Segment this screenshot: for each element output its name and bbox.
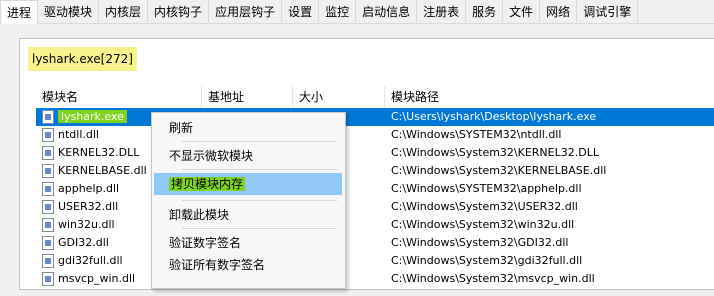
context-menu: 刷新不显示微软模块 拷贝模块内存 卸载此模块验证数字签名 验证所有数字签名 [151,112,346,289]
context-menu-item-1[interactable]: 不显示微软模块 [154,145,342,167]
tab-6[interactable]: 监控 [319,0,357,22]
context-menu-item-0[interactable]: 刷新 [154,117,342,139]
tab-11[interactable]: 网络 [540,0,578,22]
module-path: C:\Windows\System32\win32u.dll [391,218,575,231]
dll-file-icon [42,254,54,268]
context-menu-item-5[interactable]: 验证所有数字签名 [154,254,342,276]
column-header-0[interactable]: 模块名 [36,86,202,108]
tab-5[interactable]: 设置 [282,0,320,22]
module-path: C:\Windows\System32\USER32.dll [391,200,578,213]
module-path: C:\Windows\System32\KERNEL32.DLL [391,146,599,159]
module-path: C:\Windows\System32\GDI32.dll [391,236,569,249]
context-menu-item-3[interactable]: 卸载此模块 [154,204,342,226]
tab-12[interactable]: 调试引擎 [577,0,639,22]
module-name: ntdll.dll [58,128,99,141]
tab-bar: 进程 驱动模块 内核层 内核钩子 应用层钩子 设置 监控 启动信息 注册表 服务 文件 网络 调试引擎 [0,0,714,24]
table-row[interactable]: GDI32.dllC:\Windows\System32\GDI32.dllM [36,234,714,252]
application-icon [42,110,54,124]
process-title: lyshark.exe[272] [28,47,137,71]
module-name: USER32.dll [58,200,119,213]
tab-4[interactable]: 应用层钩子 [209,0,283,22]
tab-7[interactable]: 启动信息 [356,0,418,22]
tab-8[interactable]: 注册表 [417,0,467,22]
dll-file-icon [42,200,54,214]
module-name: lyshark.exe [58,108,127,126]
dll-file-icon [42,182,54,196]
module-name: gdi32full.dll [58,254,123,267]
module-name: apphelp.dll [58,182,120,195]
context-menu-item-4[interactable]: 验证数字签名 [154,232,342,254]
dll-file-icon [42,164,54,178]
table-row[interactable]: gdi32full.dll C:\Windows\System32\gdi32fu… [36,252,714,270]
module-table: 模块名基地址大小模块路径厂 lyshark.exe C:\Users\lyshar… [36,86,714,296]
menu-separator [182,141,337,142]
module-name: KERNELBASE.dll [58,164,147,177]
context-menu-item-2[interactable]: 拷贝模块内存 [154,173,342,195]
tab-3[interactable]: 内核钩子 [148,0,210,22]
module-name: KERNEL32.DLL [58,146,140,159]
tab-9[interactable]: 服务 [466,0,504,22]
module-path: C:\Windows\System32\KERNELBASE.dll [391,164,607,177]
module-path: C:\Windows\SYSTEM32\ntdll.dll [391,128,562,141]
module-path: C:\Windows\System32\gdi32full.dll [391,254,583,267]
table-row[interactable]: KERNEL32.DLL C:\Windows\System32\KERNEL32… [36,144,714,162]
dll-file-icon [42,128,54,142]
table-row[interactable]: USER32.dll C:\Windows\System32\USER32.dll… [36,198,714,216]
menu-separator [182,228,337,229]
module-path: C:\Windows\SYSTEM32\apphelp.dll [391,182,582,195]
column-header-1[interactable]: 基地址 [202,86,293,108]
table-row[interactable]: ntdll.dllC:\Windows\SYSTEM32\ntdll.dllM [36,126,714,144]
table-row[interactable]: KERNELBASE.dll C:\Windows\System32\KERNEL… [36,162,714,180]
module-name: GDI32.dll [58,236,109,249]
dll-file-icon [42,218,54,232]
dll-file-icon [42,146,54,160]
table-row[interactable]: apphelp.dll C:\Windows\SYSTEM32\apphelp.d… [36,180,714,198]
tab-1[interactable]: 驱动模块 [38,0,100,22]
module-name: win32u.dll [58,218,115,231]
tab-10[interactable]: 文件 [503,0,541,22]
tab-0[interactable]: 进程 [0,0,39,24]
menu-separator [182,169,337,170]
column-header-3[interactable]: 模块路径 [385,86,714,108]
table-row[interactable]: lyshark.exe C:\Users\lyshark\Desktop\lysh… [36,108,714,126]
table-row[interactable]: msvcp_win.dll C:\Windows\System32\msvcp_w… [36,270,714,288]
tab-2[interactable]: 内核层 [99,0,149,22]
module-path: C:\Users\lyshark\Desktop\lyshark.exe [391,110,597,123]
module-name: msvcp_win.dll [58,272,136,285]
table-row[interactable]: win32u.dll C:\Windows\System32\win32u.dll… [36,216,714,234]
column-header-2[interactable]: 大小 [293,86,385,108]
table-header: 模块名基地址大小模块路径厂 [36,86,714,109]
menu-separator [182,200,337,201]
dll-file-icon [42,236,54,250]
module-panel: lyshark.exe[272] 模块名基地址大小模块路径厂 lyshark.e… [19,38,714,290]
dll-file-icon [42,272,54,286]
module-path: C:\Windows\System32\msvcp_win.dll [391,272,595,285]
